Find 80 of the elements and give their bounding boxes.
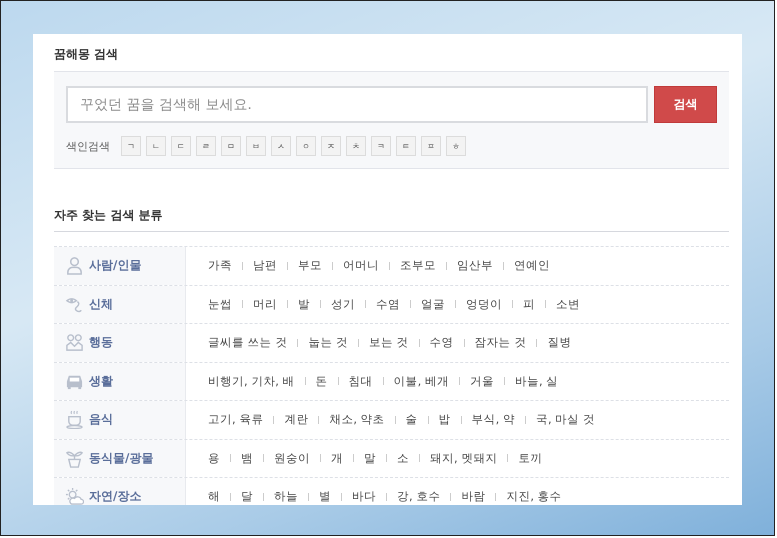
keyword-link[interactable]: 소변 <box>556 296 580 312</box>
keyword-link[interactable]: 가족 <box>208 258 232 274</box>
cup-icon <box>65 410 84 430</box>
keyword-link[interactable]: 성기 <box>331 296 355 312</box>
keyword-link[interactable]: 발 <box>298 296 310 312</box>
keyword-link[interactable]: 강, 호수 <box>397 489 440 504</box>
keyword-link[interactable]: 개 <box>331 450 343 466</box>
index-key[interactable]: ㄹ <box>196 136 216 156</box>
index-key[interactable]: ㅊ <box>346 136 366 156</box>
keyword-link[interactable]: 피 <box>523 296 535 312</box>
index-key[interactable]: ㅂ <box>246 136 266 156</box>
keyword-link[interactable]: 채소, 약초 <box>329 412 385 428</box>
keyword-link[interactable]: 연예인 <box>514 258 550 274</box>
keyword-link[interactable]: 별 <box>319 489 331 504</box>
people-icon <box>65 333 84 352</box>
keyword-link[interactable]: 임산부 <box>457 258 493 274</box>
keyword-link[interactable]: 얼굴 <box>421 296 445 312</box>
keyword-link[interactable]: 수영 <box>430 335 454 350</box>
index-key[interactable]: ㄱ <box>121 136 141 156</box>
keyword-link[interactable]: 하늘 <box>274 489 298 504</box>
search-field[interactable]: 꾸었던 꿈을 검색해 보세요. <box>66 86 648 123</box>
keyword-link[interactable]: 계란 <box>284 412 308 428</box>
keyword-link[interactable]: 말 <box>364 450 376 466</box>
category-name[interactable]: 신체 <box>89 296 113 313</box>
keyword-link[interactable]: 수염 <box>376 296 400 312</box>
plant-icon <box>65 448 84 468</box>
index-key[interactable]: ㄷ <box>171 136 191 156</box>
keyword-link[interactable]: 글씨를 쓰는 것 <box>208 335 288 350</box>
category-name[interactable]: 동식물/광물 <box>89 450 154 467</box>
keyword-link[interactable]: 어머니 <box>343 258 379 274</box>
keyword-link[interactable]: 돈 <box>316 374 328 389</box>
person-icon <box>65 256 84 276</box>
index-key[interactable]: ㄴ <box>146 136 166 156</box>
keyword-link[interactable]: 원숭이 <box>274 450 310 466</box>
keyword-link[interactable]: 고기, 육류 <box>208 412 264 428</box>
keyword-link[interactable]: 조부모 <box>400 258 436 274</box>
keyword-link[interactable]: 비행기, 기차, 배 <box>208 374 295 389</box>
category-name[interactable]: 자연/장소 <box>89 488 142 505</box>
index-key[interactable]: ㅁ <box>221 136 241 156</box>
keyword-link[interactable]: 뱀 <box>241 450 253 466</box>
keyword-link[interactable]: 지진, 홍수 <box>506 489 562 504</box>
keyword-link[interactable]: 머리 <box>253 296 277 312</box>
keyword-link[interactable]: 해 <box>208 489 220 504</box>
keyword-link[interactable]: 남편 <box>253 258 277 274</box>
index-key[interactable]: ㅎ <box>446 136 466 156</box>
index-key[interactable]: ㅋ <box>371 136 391 156</box>
index-key[interactable]: ㅍ <box>421 136 441 156</box>
index-key[interactable]: ㅌ <box>396 136 416 156</box>
section-title: 자주 찾는 검색 분류 <box>54 207 729 232</box>
keyword-link[interactable]: 돼지, 멧돼지 <box>430 450 498 466</box>
keyword-link[interactable]: 바람 <box>461 489 486 504</box>
keyword-link[interactable]: 엉덩이 <box>466 296 502 312</box>
keyword-link[interactable]: 부식, 약 <box>472 412 515 428</box>
keyword-link[interactable]: 침대 <box>348 374 373 389</box>
keyword-link[interactable]: 소 <box>397 450 409 466</box>
keyword-link[interactable]: 보는 것 <box>368 335 409 350</box>
index-key[interactable]: ㅈ <box>321 136 341 156</box>
category-name[interactable]: 사람/인물 <box>89 257 142 274</box>
keyword-link[interactable]: 용 <box>208 450 220 466</box>
keyword-link[interactable]: 술 <box>406 412 418 428</box>
category-name[interactable]: 행동 <box>89 334 113 352</box>
keyword-link[interactable]: 잠자는 것 <box>474 335 526 350</box>
keyword-link[interactable]: 눈썹 <box>208 296 232 312</box>
keyword-link[interactable]: 토끼 <box>518 450 542 466</box>
keyword-link[interactable]: 질병 <box>547 335 572 350</box>
search-button[interactable]: 검색 <box>654 86 717 123</box>
keyword-link[interactable]: 국, 마실 것 <box>536 412 595 428</box>
index-label: 색인검색 <box>66 138 110 154</box>
keyword-link[interactable]: 달 <box>241 489 253 504</box>
keyword-link[interactable]: 부모 <box>298 258 322 274</box>
keyword-link[interactable]: 거울 <box>470 374 494 389</box>
index-key[interactable]: ㅇ <box>296 136 316 156</box>
index-key[interactable]: ㅅ <box>271 136 291 156</box>
keyword-link[interactable]: 바다 <box>352 489 376 504</box>
keyword-link[interactable]: 바늘, 실 <box>514 374 558 389</box>
keyword-link[interactable]: 눕는 것 <box>308 335 348 350</box>
category-name[interactable]: 생활 <box>89 372 113 390</box>
keyword-link[interactable]: 이불, 베개 <box>394 374 449 389</box>
keyword-link[interactable]: 밥 <box>438 412 451 428</box>
category-name[interactable]: 음식 <box>89 411 113 428</box>
